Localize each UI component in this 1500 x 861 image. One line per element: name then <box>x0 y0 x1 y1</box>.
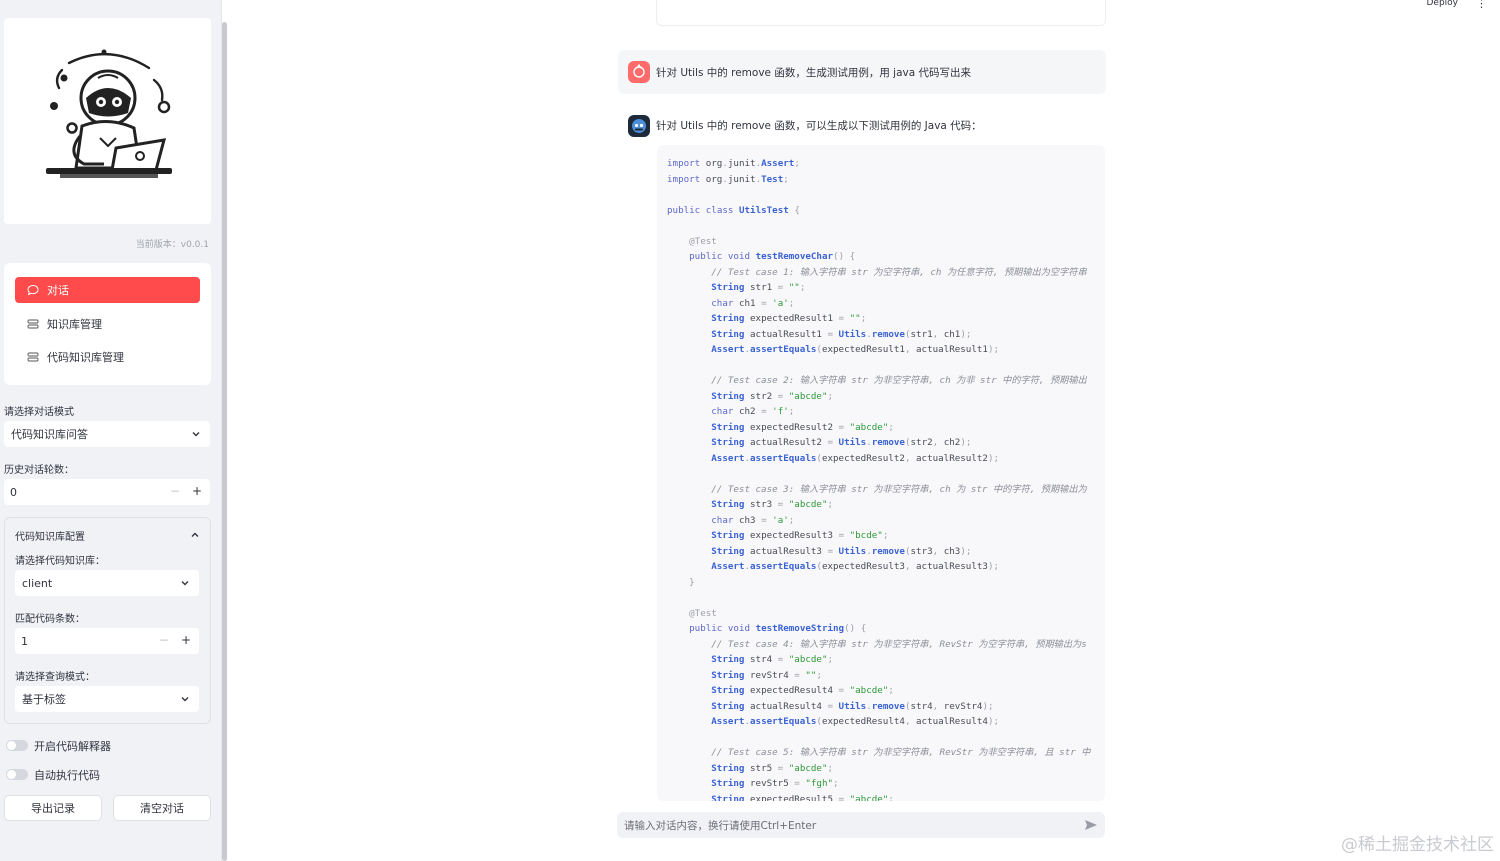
decrement-button[interactable]: − <box>159 633 169 647</box>
menu-item-code-knowledge-base[interactable]: 代码知识库管理 <box>15 344 200 370</box>
repo-select[interactable]: client <box>15 570 199 596</box>
nav-menu: 对话 知识库管理 代码知识库管理 <box>4 263 211 385</box>
code-line: String actualResult3 = Utils.remove(str3… <box>711 545 972 557</box>
version-label: 当前版本：v0.0.1 <box>135 240 209 250</box>
code-line: // Test case 5: 输入字符串 str 为非空字符串, RevStr… <box>711 747 1091 758</box>
database-icon <box>27 351 39 363</box>
query-mode-select[interactable]: 基于标签 <box>15 686 199 712</box>
history-number-input[interactable]: 0 − + <box>4 479 210 505</box>
code-line: } <box>689 576 695 588</box>
code-line: String revStr5 = "fgh"; <box>711 778 839 789</box>
code-line: String expectedResult2 = "abcde"; <box>711 421 894 433</box>
export-button[interactable]: 导出记录 <box>4 795 102 821</box>
expander-title[interactable]: 代码知识库配置 <box>15 528 85 543</box>
interpreter-toggle-label: 开启代码解释器 <box>34 740 111 753</box>
mode-select[interactable]: 代码知识库问答 <box>4 421 210 447</box>
code-line: String str2 = "abcde"; <box>711 390 834 402</box>
increment-button[interactable]: + <box>192 484 202 498</box>
count-label: 匹配代码条数： <box>15 614 85 625</box>
menu-item-chat[interactable]: 对话 <box>15 277 200 303</box>
code-line: // Test case 1: 输入字符串 str 为空字符串, ch 为任意字… <box>711 266 1087 278</box>
chevron-down-icon <box>181 697 189 702</box>
code-line: String str5 = "abcde"; <box>711 762 834 774</box>
code-line: Assert.assertEquals(expectedResult3, act… <box>711 561 1000 572</box>
database-icon <box>27 318 39 330</box>
robot-logo-icon <box>46 49 172 178</box>
menu-item-label: 对话 <box>47 284 69 297</box>
menu-item-label: 知识库管理 <box>47 318 102 331</box>
code-line: Assert.assertEquals(expectedResult2, act… <box>711 452 1000 464</box>
chat-input[interactable]: 请输入对话内容，换行请使用Ctrl+Enter <box>617 812 1105 838</box>
autorun-toggle[interactable] <box>6 769 28 780</box>
history-value: 0 <box>10 485 17 499</box>
code-line: @Test <box>689 235 717 247</box>
interpreter-toggle[interactable] <box>6 740 28 751</box>
code-line: public void testRemoveChar() { <box>689 251 856 262</box>
code-line: String expectedResult4 = "abcde"; <box>711 685 894 696</box>
logo-card <box>4 18 211 224</box>
chat-bubble-icon <box>27 284 39 296</box>
code-line: String expectedResult1 = ""; <box>711 313 867 324</box>
assistant-avatar-icon <box>628 115 650 137</box>
code-line: public void testRemoveString() { <box>689 623 867 634</box>
code-line: String actualResult1 = Utils.remove(str1… <box>711 328 972 340</box>
user-message: 针对 Utils 中的 remove 函数，生成测试用例，用 java 代码写出… <box>618 50 1106 94</box>
count-value: 1 <box>21 634 28 648</box>
watermark-text: @稀土掘金技术社区 <box>1341 835 1494 855</box>
code-line: // Test case 3: 输入字符串 str 为非空字符串, ch 为 s… <box>711 483 1087 495</box>
query-mode-value: 基于标签 <box>22 693 66 706</box>
code-line: Assert.assertEquals(expectedResult4, act… <box>711 716 1000 727</box>
menu-item-label: 代码知识库管理 <box>47 351 124 364</box>
previous-message-card <box>656 0 1106 26</box>
code-block: import org.junit.Assert; import org.junit… <box>657 145 1105 801</box>
send-icon[interactable] <box>1084 818 1098 832</box>
assistant-intro-text: 针对 Utils 中的 remove 函数，可以生成以下测试用例的 Java 代… <box>656 120 982 132</box>
code-line: String str1 = ""; <box>711 282 806 293</box>
deploy-button[interactable]: Deploy <box>1426 0 1458 8</box>
code-line: String str4 = "abcde"; <box>711 654 834 665</box>
code-line: String actualResult4 = Utils.remove(str4… <box>711 700 994 712</box>
autorun-toggle-label: 自动执行代码 <box>34 769 100 782</box>
code-line: String actualResult2 = Utils.remove(str2… <box>711 437 972 448</box>
code-line: String expectedResult5 = "abcde"; <box>711 793 894 802</box>
history-label: 历史对话轮数： <box>4 465 74 476</box>
clear-chat-button[interactable]: 清空对话 <box>113 795 211 821</box>
repo-select-value: client <box>22 576 53 590</box>
code-line: char ch1 = 'a'; <box>711 297 795 309</box>
code-line: char ch2 = 'f'; <box>711 406 795 417</box>
code-line: // Test case 2: 输入字符串 str 为非空字符串, ch 为非 … <box>711 375 1087 386</box>
code-line: String revStr4 = ""; <box>711 669 822 681</box>
sidebar: 当前版本：v0.0.1 对话 知识库管理 代码知识库管理 请选择对话模式 代码知… <box>0 0 222 861</box>
query-mode-label: 请选择查询模式： <box>15 672 95 683</box>
count-number-input[interactable]: 1 − + <box>15 628 199 654</box>
sidebar-scrollbar[interactable] <box>222 22 227 861</box>
mode-select-value: 代码知识库问答 <box>11 428 88 441</box>
code-line: String str3 = "abcde"; <box>711 499 834 510</box>
mode-label: 请选择对话模式 <box>4 407 74 418</box>
chevron-up-icon[interactable] <box>190 530 200 540</box>
code-line: Assert.assertEquals(expectedResult1, act… <box>711 344 1000 355</box>
code-line: String expectedResult3 = "bcde"; <box>711 530 889 541</box>
menu-item-knowledge-base[interactable]: 知识库管理 <box>15 311 200 337</box>
chevron-down-icon <box>181 581 189 586</box>
decrement-button[interactable]: − <box>170 484 180 498</box>
user-message-text: 针对 Utils 中的 remove 函数，生成测试用例，用 java 代码写出… <box>656 67 972 79</box>
code-line: import org.junit.Test; <box>667 173 789 185</box>
code-line: char ch3 = 'a'; <box>711 514 795 526</box>
main-menu-icon[interactable]: ⋮ <box>1476 0 1487 10</box>
code-line: public class UtilsTest { <box>667 204 800 216</box>
code-line: @Test <box>689 607 717 619</box>
user-avatar-icon <box>628 61 650 83</box>
repo-label: 请选择代码知识库： <box>15 556 105 567</box>
code-line: // Test case 4: 输入字符串 str 为非空字符串, RevStr… <box>711 638 1087 650</box>
code-kb-config-expander: 代码知识库配置 请选择代码知识库： client 匹配代码条数： 1 − + 请… <box>4 517 211 724</box>
chat-input-placeholder: 请输入对话内容，换行请使用Ctrl+Enter <box>624 819 817 832</box>
chevron-down-icon <box>192 432 200 437</box>
increment-button[interactable]: + <box>181 633 191 647</box>
code-line: import org.junit.Assert; <box>667 158 800 169</box>
